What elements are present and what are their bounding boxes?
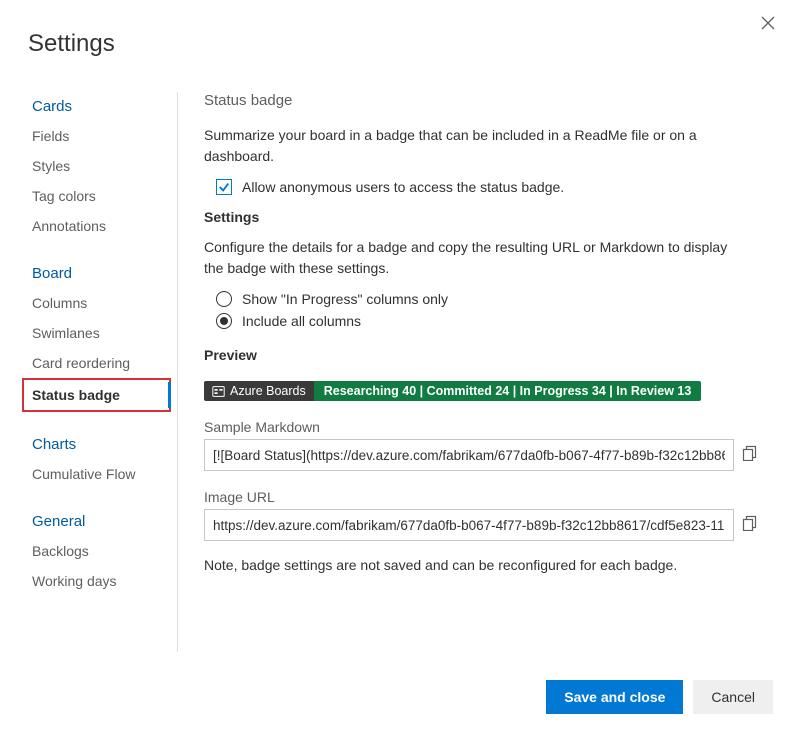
sidebar-item-columns[interactable]: Columns [28, 288, 175, 318]
badge-note: Note, badge settings are not saved and c… [204, 557, 771, 573]
checkbox-icon [216, 179, 232, 195]
panel-title: Status badge [204, 92, 771, 109]
settings-dialog: Settings Cards Fields Styles Tag colors … [0, 0, 801, 746]
preview-subheading: Preview [204, 347, 771, 363]
sidebar-item-annotations[interactable]: Annotations [28, 211, 175, 241]
badge-status-text: Researching 40 | Committed 24 | In Progr… [314, 381, 702, 401]
save-and-close-button[interactable]: Save and close [546, 680, 683, 714]
image-url-label: Image URL [204, 489, 771, 505]
allow-anonymous-checkbox[interactable]: Allow anonymous users to access the stat… [216, 179, 771, 195]
allow-anonymous-label: Allow anonymous users to access the stat… [242, 179, 564, 195]
columns-radio-group: Show "In Progress" columns only Include … [216, 291, 771, 329]
radio-icon [216, 313, 232, 329]
cancel-button[interactable]: Cancel [693, 680, 773, 714]
sidebar-item-cumulative-flow[interactable]: Cumulative Flow [28, 459, 175, 489]
settings-main-panel: Status badge Summarize your board in a b… [178, 92, 773, 652]
azure-boards-icon [212, 385, 225, 398]
sidebar-group-cards[interactable]: Cards [28, 92, 175, 121]
settings-description: Configure the details for a badge and co… [204, 237, 744, 279]
settings-subheading: Settings [204, 209, 771, 225]
close-icon [761, 16, 775, 30]
close-button[interactable] [761, 16, 781, 36]
radio-include-all[interactable]: Include all columns [216, 313, 771, 329]
radio-label: Include all columns [242, 313, 361, 329]
sidebar-item-styles[interactable]: Styles [28, 151, 175, 181]
sidebar-item-card-reordering[interactable]: Card reordering [28, 348, 175, 378]
dialog-title: Settings [28, 30, 773, 58]
sidebar-item-status-badge[interactable]: Status badge [22, 378, 171, 412]
sidebar-group-general[interactable]: General [28, 507, 175, 536]
sidebar-item-fields[interactable]: Fields [28, 121, 175, 151]
sidebar-group-board[interactable]: Board [28, 259, 175, 288]
radio-icon [216, 291, 232, 307]
dialog-footer: Save and close Cancel [546, 680, 773, 714]
radio-label: Show "In Progress" columns only [242, 291, 448, 307]
sample-markdown-label: Sample Markdown [204, 419, 771, 435]
sidebar-item-swimlanes[interactable]: Swimlanes [28, 318, 175, 348]
status-badge-preview: Azure Boards Researching 40 | Committed … [204, 381, 701, 401]
copy-markdown-button[interactable] [742, 445, 762, 465]
sidebar-item-working-days[interactable]: Working days [28, 566, 175, 596]
sidebar-group-charts[interactable]: Charts [28, 430, 175, 459]
sidebar-item-backlogs[interactable]: Backlogs [28, 536, 175, 566]
settings-sidebar: Cards Fields Styles Tag colors Annotatio… [28, 92, 178, 652]
image-url-input[interactable] [204, 509, 734, 541]
sample-markdown-input[interactable] [204, 439, 734, 471]
sidebar-item-tag-colors[interactable]: Tag colors [28, 181, 175, 211]
copy-icon [742, 445, 758, 461]
copy-icon [742, 515, 758, 531]
copy-image-url-button[interactable] [742, 515, 762, 535]
panel-description: Summarize your board in a badge that can… [204, 125, 744, 167]
radio-in-progress-only[interactable]: Show "In Progress" columns only [216, 291, 771, 307]
badge-brand: Azure Boards [204, 381, 314, 401]
